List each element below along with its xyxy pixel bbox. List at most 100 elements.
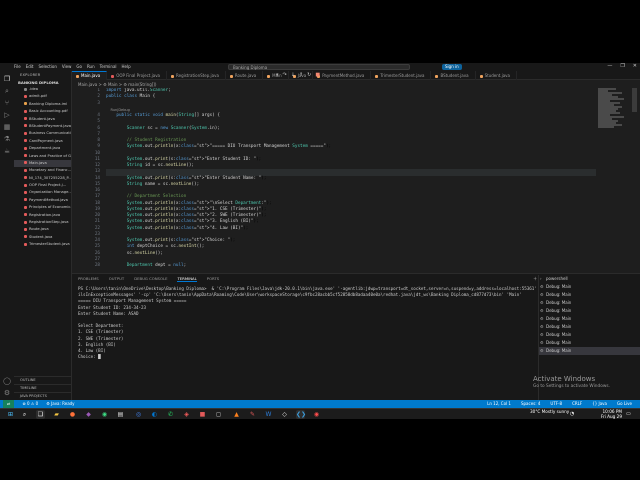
file-item[interactable]: PaymentMethod.java — [14, 197, 71, 204]
terminal-output[interactable]: PS C:\Users\tanin\OneDrive\Desktop\Banki… — [78, 286, 578, 396]
file-item[interactable]: Main.java — [14, 159, 71, 168]
start-icon[interactable]: ⊞ — [6, 410, 15, 419]
terminal-instance[interactable]: ⚙ Debug: Main — [539, 323, 640, 331]
status-item[interactable]: UTF-8 — [550, 400, 562, 408]
run-debug-icon[interactable]: ▷ — [3, 111, 11, 119]
file-item[interactable]: admit.pdf — [14, 93, 71, 100]
sign-in-button[interactable]: Sign in — [442, 64, 462, 70]
file-item[interactable]: .idea — [14, 86, 71, 93]
wifi-icon[interactable]: ◔ — [570, 410, 574, 419]
terminal-instance[interactable]: ⚙ Debug: Main — [539, 299, 640, 307]
terminal-instance[interactable]: ⚙ Debug: Main — [539, 347, 640, 355]
app5-icon[interactable]: ◇ — [280, 410, 289, 419]
file-item[interactable]: Monetary and Financ... — [14, 167, 71, 174]
files-icon[interactable]: ❐ — [3, 75, 11, 83]
terminal-instance[interactable]: › powershell — [539, 275, 640, 283]
file-item[interactable]: RegistrationStep.java — [14, 219, 71, 226]
status-item[interactable]: Spaces: 4 — [521, 400, 540, 408]
menu-item-go[interactable]: Go — [76, 64, 82, 70]
restart-icon[interactable]: ↻ — [307, 72, 311, 78]
file-item[interactable]: Principles of Economic... — [14, 204, 71, 211]
app4-icon[interactable]: ▲ — [232, 410, 241, 419]
java-projects-section[interactable]: JAVA PROJECTS — [14, 392, 71, 400]
file-item[interactable]: OOP Final Project.j... — [14, 182, 71, 189]
source-control-icon[interactable]: ⑂ — [3, 99, 11, 107]
weather-tray[interactable]: 30°C Mostly sunny — [530, 409, 569, 415]
notification-icon[interactable]: ▭ — [626, 410, 631, 419]
file-item[interactable]: Route.java — [14, 226, 71, 233]
panel-tab-terminal[interactable]: TERMINAL — [177, 276, 197, 282]
problems-status[interactable]: ⊗ 0 ⚠ 0 — [22, 400, 38, 408]
menu-item-selection[interactable]: Selection — [38, 64, 56, 70]
menu-item-edit[interactable]: Edit — [26, 64, 34, 70]
status-item[interactable]: Go Live — [617, 400, 632, 408]
terminal-instance[interactable]: ⚙ Debug: Main — [539, 339, 640, 347]
panel-tab-ports[interactable]: PORTS — [207, 276, 219, 282]
app3-icon[interactable]: ◻ — [214, 410, 223, 419]
acrobat-icon[interactable]: ✎ — [248, 410, 257, 419]
project-root[interactable]: BANKING DIPLOMA — [14, 79, 71, 86]
extensions-icon[interactable]: ▦ — [3, 123, 11, 131]
file-explorer-icon[interactable]: ▰ — [52, 410, 61, 419]
java-status[interactable]: ⚙ Java: Ready — [46, 400, 74, 408]
clock[interactable]: 10:06 PM Fri Aug 29 — [600, 409, 622, 419]
editor-scrollbar[interactable] — [632, 88, 637, 112]
task-view-icon[interactable]: ❏ — [36, 410, 45, 419]
outline-section[interactable]: OUTLINE — [14, 376, 71, 384]
menu-item-run[interactable]: Run — [87, 64, 95, 70]
menu-item-help[interactable]: Help — [122, 64, 131, 70]
whatsapp-icon[interactable]: ✆ — [166, 410, 175, 419]
remote-indicator[interactable]: ⇌ — [3, 400, 15, 408]
editor-tab[interactable]: TrimesterStudent.java — [371, 71, 432, 80]
word-icon[interactable]: W — [264, 410, 273, 419]
file-item[interactable]: TrimesterStudent.java — [14, 241, 71, 248]
file-item[interactable]: Banking Diploma.iml — [14, 101, 71, 108]
file-item[interactable]: Business Communicati... — [14, 130, 71, 137]
minimap[interactable] — [598, 88, 628, 148]
terminal-instance[interactable]: ⚙ Debug: Main — [539, 315, 640, 323]
terminal-instance[interactable]: ⚙ Debug: Main — [539, 283, 640, 291]
gear-icon[interactable]: ⚙ — [3, 389, 11, 397]
menu-item-file[interactable]: File — [14, 64, 21, 70]
menu-item-view[interactable]: View — [62, 64, 72, 70]
command-center-search[interactable]: Banking Diploma — [228, 64, 410, 70]
testing-icon[interactable]: ⚗ — [3, 135, 11, 143]
panel-tab-problems[interactable]: PROBLEMS — [78, 276, 99, 282]
code-line[interactable]: Department dept = null; — [106, 263, 596, 269]
firefox-icon[interactable]: ● — [68, 410, 77, 419]
terminal-instance[interactable]: ⚙ Debug: Main — [539, 291, 640, 299]
editor-tab[interactable]: Student.java — [476, 71, 517, 80]
store-icon[interactable]: ▤ — [116, 410, 125, 419]
file-item[interactable]: Department.java — [14, 145, 71, 152]
search-icon[interactable]: ⌕ — [3, 87, 11, 95]
editor-tab[interactable]: PaymentMethod.java — [313, 71, 372, 80]
menu-item-terminal[interactable]: Terminal — [100, 64, 117, 70]
status-item[interactable]: {} Java — [592, 400, 607, 408]
app-icon[interactable]: ◆ — [84, 410, 93, 419]
file-item[interactable]: NI_174_307255228_P... — [14, 175, 71, 182]
close-button[interactable]: ✕ — [633, 63, 637, 69]
file-item[interactable]: Laws and Practice of G... — [14, 153, 71, 160]
add-terminal-icon[interactable]: ＋ — [533, 276, 537, 282]
editor-tab[interactable]: BStudent.java — [431, 71, 476, 80]
android-studio-icon[interactable]: ◉ — [100, 410, 109, 419]
pause-icon[interactable]: ⏸ — [276, 72, 279, 78]
step-over-icon[interactable]: ↷ — [283, 72, 287, 78]
intellij-icon[interactable]: ■ — [198, 410, 207, 419]
step-out-icon[interactable]: ↑ — [299, 72, 303, 78]
terminal-instance[interactable]: ⚙ Debug: Main — [539, 331, 640, 339]
java-icon[interactable]: ☕ — [3, 147, 11, 155]
code-editor[interactable]: 1 2 3 4 5 6 7 8 9 10 11 12 13 14 15 16 17 18 19 20 21 22 23 24 2… — [72, 88, 596, 273]
maximize-button[interactable]: ❐ — [620, 63, 624, 69]
vscode-icon[interactable]: ❮❯ — [296, 410, 306, 419]
search-icon[interactable]: ⌕ — [20, 410, 29, 419]
file-item[interactable]: Basic Accounting.pdf — [14, 108, 71, 115]
terminal-instance[interactable]: ⚙ Debug: Main — [539, 307, 640, 315]
panel-tab-debug-console[interactable]: DEBUG CONSOLE — [134, 276, 167, 282]
status-item[interactable]: CRLF — [572, 400, 582, 408]
timeline-section[interactable]: TIMELINE — [14, 384, 71, 392]
stop-icon[interactable]: ■ — [315, 72, 320, 78]
file-item[interactable]: CardPayment.java — [14, 138, 71, 145]
step-into-icon[interactable]: ↓ — [291, 72, 295, 78]
file-item[interactable]: BStudentPayment.java — [14, 123, 71, 130]
